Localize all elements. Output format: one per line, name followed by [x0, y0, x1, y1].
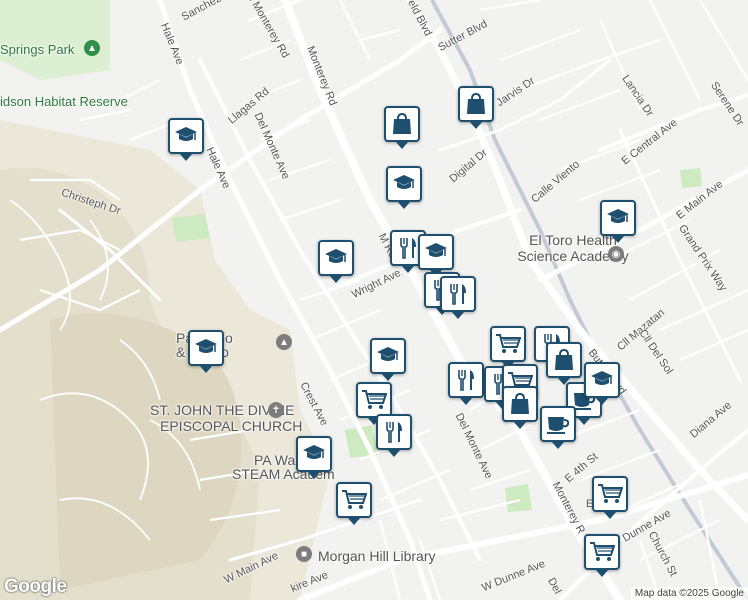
school-icon: [322, 244, 350, 272]
school-pin[interactable]: [584, 362, 620, 405]
school-pin[interactable]: [188, 330, 224, 373]
restaurant-icon: [444, 280, 472, 308]
school-place-icon: ◉: [608, 246, 624, 262]
cart-pin[interactable]: [336, 482, 372, 525]
school-pin[interactable]: [386, 166, 422, 209]
school-pin[interactable]: [600, 200, 636, 243]
school-icon: [604, 204, 632, 232]
cart-icon: [494, 330, 522, 358]
park-icon: ▲: [84, 40, 100, 56]
restaurant-icon: [380, 418, 408, 446]
church-icon: ✝: [268, 402, 284, 418]
school-pin[interactable]: [418, 234, 454, 277]
school-pin[interactable]: [370, 338, 406, 381]
shopping-icon: [506, 390, 534, 418]
restaurant-pin[interactable]: [448, 362, 484, 405]
school-icon: [172, 122, 200, 150]
cart-icon: [596, 480, 624, 508]
google-logo[interactable]: Google: [4, 576, 67, 598]
place-label-st-john-2: EPISCOPAL CHURCH: [160, 418, 303, 434]
school-pin[interactable]: [296, 436, 332, 479]
shopping-pin[interactable]: [502, 386, 538, 429]
school-icon: [390, 170, 418, 198]
place-label-library: Morgan Hill Library: [318, 548, 436, 564]
coffee-icon: [544, 410, 572, 438]
shopping-icon: [462, 90, 490, 118]
cart-pin[interactable]: [592, 476, 628, 519]
school-pin[interactable]: [168, 118, 204, 161]
restaurant-pin[interactable]: [376, 414, 412, 457]
school-icon: [192, 334, 220, 362]
map-canvas[interactable]: Sanchez d Monterey Rd Monterey Rd M Rd M…: [0, 0, 748, 600]
school-pin[interactable]: [318, 240, 354, 283]
school-icon: [422, 238, 450, 266]
place-label-springs-park: Springs Park: [0, 42, 75, 57]
school-icon: [300, 440, 328, 468]
cart-icon: [360, 386, 388, 414]
graduation-place-icon: ▲: [276, 334, 292, 350]
restaurant-pin[interactable]: [440, 276, 476, 319]
coffee-pin[interactable]: [540, 406, 576, 449]
cart-icon: [340, 486, 368, 514]
restaurant-icon: [452, 366, 480, 394]
place-label-habitat-reserve: idson Habitat Reserve: [0, 94, 128, 109]
shopping-icon: [388, 110, 416, 138]
shopping-icon: [550, 346, 578, 374]
shopping-pin[interactable]: [546, 342, 582, 385]
cart-icon: [588, 538, 616, 566]
map-attribution[interactable]: Map data ©2025 Google: [630, 587, 748, 600]
school-icon: [588, 366, 616, 394]
cart-pin[interactable]: [584, 534, 620, 577]
school-icon: [374, 342, 402, 370]
cart-pin[interactable]: [356, 382, 392, 425]
library-icon: ■: [296, 546, 312, 562]
cart-pin[interactable]: [490, 326, 526, 369]
shopping-pin[interactable]: [458, 86, 494, 129]
shopping-pin[interactable]: [384, 106, 420, 149]
